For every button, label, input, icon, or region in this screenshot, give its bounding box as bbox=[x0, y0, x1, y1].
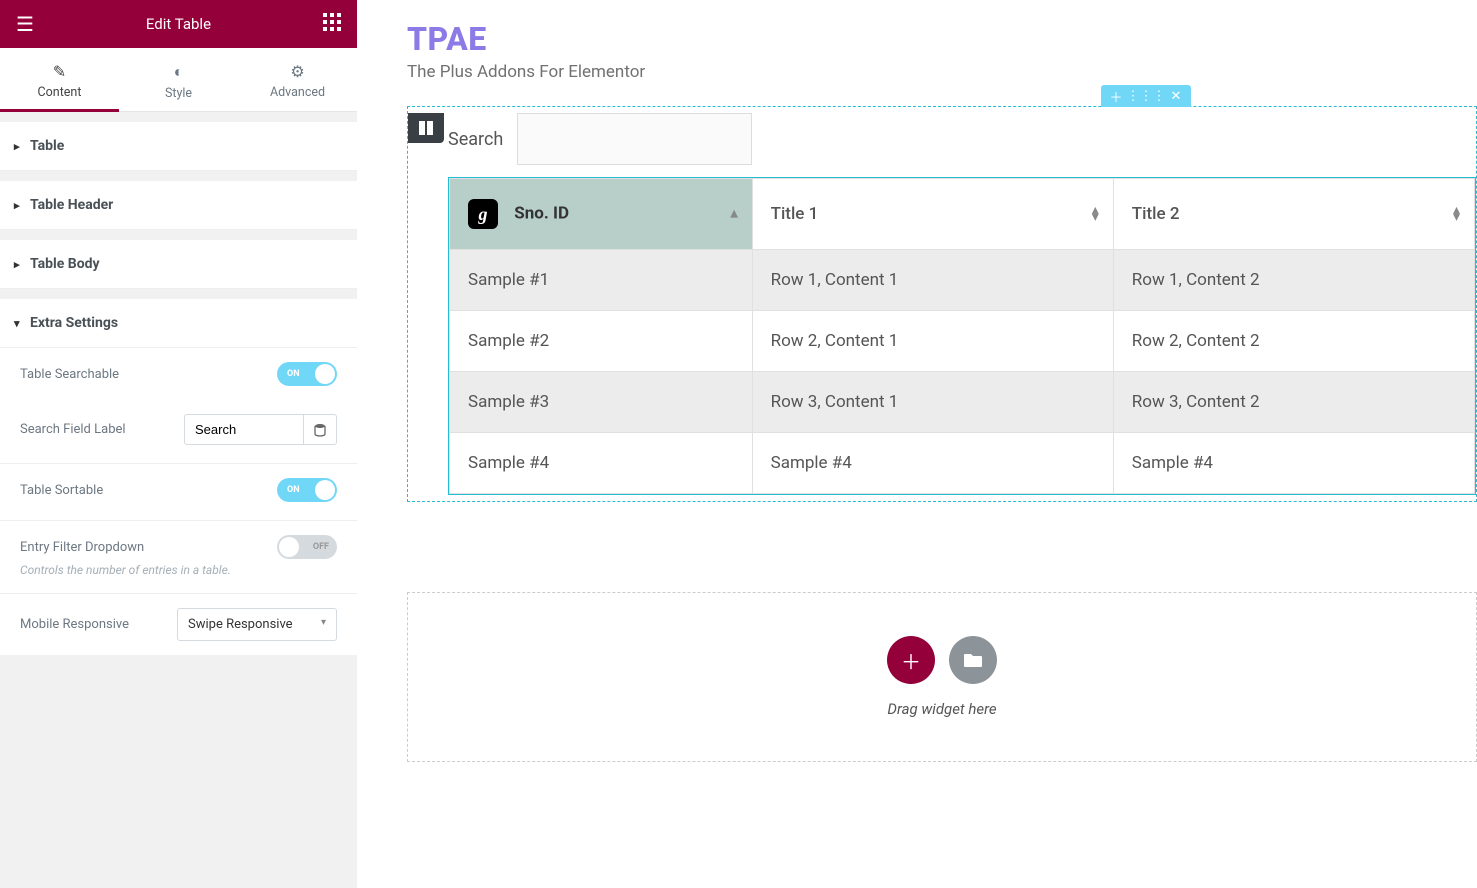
toggle-table-sortable[interactable]: ON OFF bbox=[277, 478, 337, 502]
column-label: Title 1 bbox=[771, 204, 819, 224]
ctrl-table-searchable: Table Searchable ON OFF bbox=[0, 348, 357, 400]
sort-icon: ▴▾ bbox=[1092, 207, 1099, 221]
table-cell: Sample #1 bbox=[450, 250, 753, 311]
preview-canvas: TPAE The Plus Addons For Elementor ＋ ⋮⋮⋮… bbox=[357, 0, 1477, 888]
table-row: Sample #4 Sample #4 Sample #4 bbox=[450, 433, 1475, 494]
table-cell: Sample #3 bbox=[450, 372, 753, 433]
sort-icon: ▴▾ bbox=[1453, 207, 1460, 221]
tab-label: Content bbox=[38, 85, 82, 100]
tab-advanced[interactable]: ⚙ Advanced bbox=[238, 48, 357, 111]
toggle-table-searchable[interactable]: ON OFF bbox=[277, 362, 337, 386]
add-section-button[interactable]: ＋ bbox=[887, 636, 935, 684]
widget-dropzone[interactable]: ＋ Drag widget here bbox=[407, 592, 1477, 762]
hamburger-icon[interactable]: ☰ bbox=[16, 12, 34, 36]
column-header-title-1[interactable]: Title 1 ▴▾ bbox=[752, 179, 1113, 250]
brand-title: TPAE bbox=[407, 20, 1477, 58]
extra-settings-body: Table Searchable ON OFF Search Field Lab… bbox=[0, 348, 357, 655]
table-cell: Row 2, Content 1 bbox=[752, 311, 1113, 372]
editor-sidebar: ☰ Edit Table ✎ Content ◐ Style ⚙ Advance… bbox=[0, 0, 357, 888]
ctrl-table-sortable: Table Sortable ON OFF bbox=[0, 464, 357, 521]
panel-table-header[interactable]: Table Header bbox=[0, 181, 357, 230]
table-widget-selected[interactable]: ＋ ⋮⋮⋮ ✕ Search g Sno. ID ▴ bbox=[407, 106, 1477, 502]
control-label: Entry Filter Dropdown bbox=[20, 540, 144, 555]
table-cell: Sample #4 bbox=[450, 433, 753, 494]
table-row: Sample #3 Row 3, Content 1 Row 3, Conten… bbox=[450, 372, 1475, 433]
panel-table-body[interactable]: Table Body bbox=[0, 240, 357, 289]
control-label: Table Sortable bbox=[20, 483, 103, 498]
toggle-entry-filter[interactable]: ON OFF bbox=[277, 535, 337, 559]
table-cell: Row 1, Content 1 bbox=[752, 250, 1113, 311]
table-search-label: Search bbox=[448, 129, 503, 150]
table-cell: Row 3, Content 1 bbox=[752, 372, 1113, 433]
select-mobile-responsive[interactable]: Swipe Responsive bbox=[177, 608, 337, 641]
table-search-input[interactable] bbox=[517, 113, 752, 165]
section-toolbar: ＋ ⋮⋮⋮ ✕ bbox=[1101, 85, 1191, 107]
dynamic-tags-icon[interactable] bbox=[304, 414, 337, 445]
sidebar-header: ☰ Edit Table bbox=[0, 0, 357, 48]
editor-tabs: ✎ Content ◐ Style ⚙ Advanced bbox=[0, 48, 357, 112]
sidebar-title: Edit Table bbox=[146, 15, 211, 33]
ctrl-search-field-label: Search Field Label bbox=[0, 400, 357, 464]
panel-table[interactable]: Table bbox=[0, 122, 357, 171]
pencil-icon: ✎ bbox=[0, 62, 119, 81]
tab-label: Style bbox=[165, 86, 192, 101]
close-section-icon[interactable]: ✕ bbox=[1161, 85, 1191, 107]
column-header-title-2[interactable]: Title 2 ▴▾ bbox=[1113, 179, 1474, 250]
column-label: Sno. ID bbox=[514, 203, 569, 223]
control-label: Mobile Responsive bbox=[20, 617, 129, 632]
tab-content[interactable]: ✎ Content bbox=[0, 48, 119, 111]
table-cell: Sample #4 bbox=[752, 433, 1113, 494]
gear-icon: ⚙ bbox=[238, 62, 357, 81]
table-cell: Row 2, Content 2 bbox=[1113, 311, 1474, 372]
dropzone-text: Drag widget here bbox=[887, 700, 996, 718]
help-text: Controls the number of entries in a tabl… bbox=[0, 563, 357, 593]
table-row: Sample #2 Row 2, Content 1 Row 2, Conten… bbox=[450, 311, 1475, 372]
brand-subtitle: The Plus Addons For Elementor bbox=[407, 62, 1477, 82]
widget-edit-handle-icon[interactable] bbox=[408, 113, 444, 143]
search-label-input[interactable] bbox=[184, 414, 304, 445]
table-row: Sample #1 Row 1, Content 1 Row 1, Conten… bbox=[450, 250, 1475, 311]
edit-section-icon[interactable]: ⋮⋮⋮ bbox=[1131, 85, 1161, 107]
control-label: Table Searchable bbox=[20, 367, 119, 382]
table-cell: Row 1, Content 2 bbox=[1113, 250, 1474, 311]
table-cell: Sample #2 bbox=[450, 311, 753, 372]
control-label: Search Field Label bbox=[20, 422, 126, 437]
column-brand-icon: g bbox=[468, 199, 498, 229]
column-header-sno-id[interactable]: g Sno. ID ▴ bbox=[450, 179, 753, 250]
sort-asc-icon: ▴ bbox=[731, 211, 738, 218]
contrast-icon: ◐ bbox=[119, 62, 238, 82]
tab-label: Advanced bbox=[270, 85, 325, 100]
data-table: g Sno. ID ▴ Title 1 ▴▾ Title 2 ▴▾ bbox=[449, 178, 1475, 494]
panel-extra-settings[interactable]: Extra Settings bbox=[0, 299, 357, 348]
ctrl-entry-filter: Entry Filter Dropdown ON OFF bbox=[0, 521, 357, 563]
apps-grid-icon[interactable] bbox=[323, 12, 341, 36]
table-cell: Row 3, Content 2 bbox=[1113, 372, 1474, 433]
table-cell: Sample #4 bbox=[1113, 433, 1474, 494]
panel-list: Table Table Header Table Body Extra Sett… bbox=[0, 112, 357, 888]
tab-style[interactable]: ◐ Style bbox=[119, 48, 238, 111]
ctrl-mobile-responsive: Mobile Responsive Swipe Responsive bbox=[0, 594, 357, 655]
add-template-button[interactable] bbox=[949, 636, 997, 684]
column-label: Title 2 bbox=[1132, 204, 1180, 224]
table-search-row: Search bbox=[448, 113, 1476, 165]
